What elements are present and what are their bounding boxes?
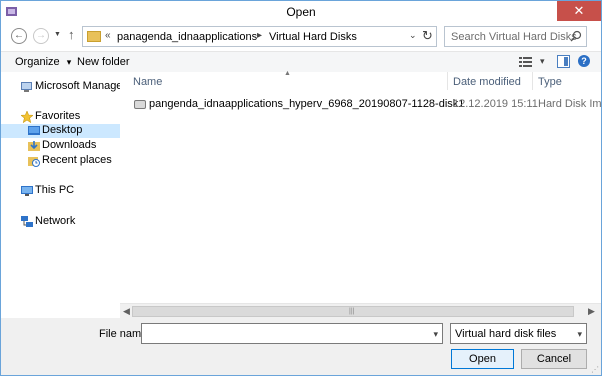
- address-overflow[interactable]: «: [105, 30, 111, 41]
- preview-pane-icon[interactable]: [557, 55, 570, 68]
- column-divider[interactable]: [447, 72, 448, 90]
- column-header-date-modified[interactable]: Date modified: [453, 76, 521, 88]
- resize-grip-icon[interactable]: ⋰: [591, 365, 599, 374]
- address-bar[interactable]: « panagenda_idnaapplications ▸ Virtual H…: [82, 26, 437, 47]
- column-header-name[interactable]: Name: [133, 76, 162, 88]
- refresh-icon[interactable]: ↻: [422, 28, 433, 44]
- sidebar-item-downloads[interactable]: Downloads: [1, 139, 120, 153]
- computer-icon: [21, 186, 33, 196]
- file-type-dropdown-icon[interactable]: ▾: [577, 329, 582, 340]
- sidebar-item-label: Recent places: [42, 154, 112, 166]
- column-header-type[interactable]: Type: [538, 76, 562, 88]
- organize-button[interactable]: Organize ▾: [15, 56, 71, 68]
- window-title: Open: [286, 5, 316, 19]
- sidebar-item-microsoft-management[interactable]: Microsoft Managemer: [1, 80, 120, 94]
- sidebar-item-desktop[interactable]: Desktop: [1, 124, 120, 138]
- type-cell: Hard Disk Image: [538, 98, 602, 110]
- recent-places-icon: [28, 157, 40, 167]
- downloads-icon: [28, 141, 40, 151]
- up-button[interactable]: ↑: [68, 27, 75, 42]
- search-icon[interactable]: [570, 30, 582, 42]
- sidebar-item-label: Network: [35, 215, 76, 227]
- search-box[interactable]: Search Virtual Hard Disks: [444, 26, 587, 47]
- horizontal-scrollbar[interactable]: ◀ ||| ▶: [120, 303, 601, 318]
- file-list[interactable]: ▲ Name Date modified Type pangenda_idnaa…: [120, 70, 602, 318]
- scroll-right-icon[interactable]: ▶: [588, 306, 595, 317]
- network-icon: [21, 216, 33, 227]
- column-divider[interactable]: [532, 72, 533, 90]
- search-input[interactable]: Search Virtual Hard Disks: [451, 31, 577, 43]
- sort-ascending-icon: ▲: [284, 70, 291, 77]
- sidebar-item-label: Favorites: [35, 110, 81, 122]
- sidebar-item-label: This PC: [35, 184, 75, 196]
- help-icon[interactable]: ?: [578, 55, 590, 67]
- sidebar-item-recent-places[interactable]: Recent places: [1, 154, 120, 168]
- back-button[interactable]: ←: [11, 28, 27, 44]
- view-options-icon[interactable]: [519, 56, 532, 68]
- command-toolbar: Organize ▾ New folder ▾ ?: [1, 51, 601, 72]
- scrollbar-thumb[interactable]: |||: [132, 306, 574, 317]
- address-history-dropdown[interactable]: ⌄: [409, 30, 417, 41]
- sidebar-item-this-pc[interactable]: This PC: [1, 184, 120, 198]
- file-name-dropdown-icon[interactable]: ▾: [433, 329, 438, 340]
- star-icon: [21, 111, 33, 123]
- table-row[interactable]: pangenda_idnaapplications_hyperv_6968_20…: [121, 96, 602, 113]
- cancel-button[interactable]: Cancel: [521, 349, 587, 369]
- sidebar-item-label: Desktop: [42, 124, 83, 136]
- breadcrumb-separator[interactable]: ▸: [257, 30, 262, 41]
- file-type-value: Virtual hard disk files: [455, 328, 557, 340]
- breadcrumb-virtual-hard-disks[interactable]: Virtual Hard Disks: [269, 31, 357, 43]
- dialog-footer: File name: ▾ Virtual hard disk files ▾ O…: [1, 318, 601, 375]
- organize-dropdown-icon: ▾: [66, 57, 72, 67]
- scroll-left-icon[interactable]: ◀: [123, 306, 130, 317]
- sidebar-item-favorites[interactable]: Favorites: [1, 110, 120, 124]
- organize-label: Organize: [15, 56, 60, 68]
- folder-icon: [87, 31, 101, 42]
- hard-disk-image-icon: [134, 100, 146, 109]
- date-modified-cell: 12.12.2019 15:11: [453, 98, 538, 110]
- sidebar-item-network[interactable]: Network: [1, 215, 120, 229]
- file-name-input[interactable]: ▾: [141, 323, 443, 344]
- sidebar-item-label: Downloads: [42, 139, 97, 151]
- title-bar[interactable]: Open ✕: [1, 1, 601, 23]
- close-button[interactable]: ✕: [557, 1, 601, 21]
- file-type-filter[interactable]: Virtual hard disk files ▾: [450, 323, 587, 344]
- new-folder-button[interactable]: New folder: [77, 56, 130, 68]
- breadcrumb-panagenda[interactable]: panagenda_idnaapplications: [117, 31, 257, 43]
- sidebar-item-label: Microsoft Managemer: [35, 80, 120, 92]
- forward-button[interactable]: →: [33, 28, 49, 44]
- management-console-icon: [21, 82, 32, 92]
- desktop-icon: [28, 126, 40, 135]
- scrollbar-grip: |||: [349, 308, 355, 315]
- open-dialog: Open ✕ ← → ▼ ↑ « panagenda_idnaapplicati…: [0, 0, 602, 376]
- view-dropdown-icon[interactable]: ▾: [540, 56, 545, 67]
- open-button[interactable]: Open: [451, 349, 514, 369]
- file-name-cell: pangenda_idnaapplications_hyperv_6968_20…: [149, 98, 465, 110]
- navigation-pane: Microsoft Managemer Favorites Desktop Do…: [1, 72, 120, 318]
- recent-locations-dropdown[interactable]: ▼: [54, 31, 61, 38]
